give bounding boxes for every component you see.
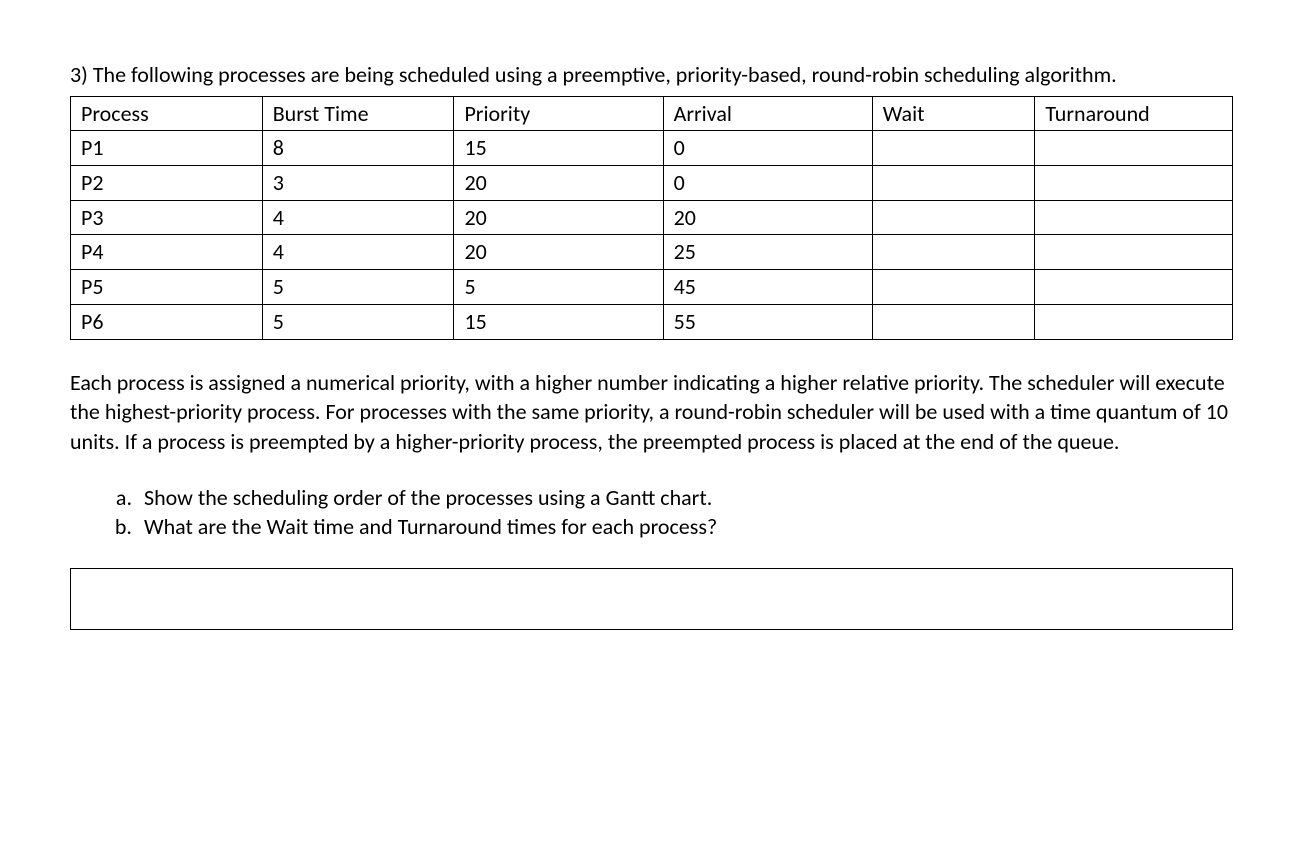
cell-turnaround [1035, 200, 1233, 235]
table-header-row: Process Burst Time Priority Arrival Wait… [71, 96, 1233, 131]
table-row: P4 4 20 25 [71, 235, 1233, 270]
header-burst: Burst Time [262, 96, 454, 131]
cell-wait [872, 270, 1035, 305]
cell-wait [872, 131, 1035, 166]
cell-turnaround [1035, 131, 1233, 166]
question-number: 3) [70, 61, 88, 88]
cell-burst: 4 [262, 235, 454, 270]
question-description: Each process is assigned a numerical pri… [70, 368, 1233, 457]
cell-priority: 15 [454, 304, 663, 339]
cell-wait [872, 304, 1035, 339]
cell-arrival: 20 [663, 200, 872, 235]
subq-text: What are the Wait time and Turnaround ti… [144, 512, 1233, 542]
cell-process: P2 [71, 166, 263, 201]
subquestions: a. Show the scheduling order of the proc… [70, 483, 1233, 542]
cell-burst: 8 [262, 131, 454, 166]
header-priority: Priority [454, 96, 663, 131]
cell-burst: 5 [262, 270, 454, 305]
cell-turnaround [1035, 235, 1233, 270]
cell-arrival: 0 [663, 131, 872, 166]
table-row: P3 4 20 20 [71, 200, 1233, 235]
subquestion-b: b. What are the Wait time and Turnaround… [114, 512, 1233, 542]
cell-arrival: 45 [663, 270, 872, 305]
cell-wait [872, 200, 1035, 235]
cell-process: P1 [71, 131, 263, 166]
cell-burst: 3 [262, 166, 454, 201]
subq-label: a. [114, 483, 144, 513]
cell-priority: 20 [454, 235, 663, 270]
cell-arrival: 0 [663, 166, 872, 201]
header-arrival: Arrival [663, 96, 872, 131]
cell-turnaround [1035, 166, 1233, 201]
table-row: P6 5 15 55 [71, 304, 1233, 339]
cell-priority: 5 [454, 270, 663, 305]
table-row: P1 8 15 0 [71, 131, 1233, 166]
cell-turnaround [1035, 270, 1233, 305]
cell-priority: 20 [454, 166, 663, 201]
question-intro: 3) The following processes are being sch… [70, 60, 1233, 90]
cell-wait [872, 166, 1035, 201]
cell-priority: 20 [454, 200, 663, 235]
header-turnaround: Turnaround [1035, 96, 1233, 131]
cell-arrival: 25 [663, 235, 872, 270]
cell-process: P3 [71, 200, 263, 235]
cell-burst: 4 [262, 200, 454, 235]
table-row: P5 5 5 45 [71, 270, 1233, 305]
question-text: The following processes are being schedu… [93, 61, 1117, 88]
header-wait: Wait [872, 96, 1035, 131]
table-row: P2 3 20 0 [71, 166, 1233, 201]
cell-process: P6 [71, 304, 263, 339]
subquestion-a: a. Show the scheduling order of the proc… [114, 483, 1233, 513]
cell-priority: 15 [454, 131, 663, 166]
answer-box [70, 568, 1233, 630]
process-table: Process Burst Time Priority Arrival Wait… [70, 96, 1233, 340]
cell-burst: 5 [262, 304, 454, 339]
cell-process: P4 [71, 235, 263, 270]
subq-label: b. [114, 512, 144, 542]
cell-arrival: 55 [663, 304, 872, 339]
cell-process: P5 [71, 270, 263, 305]
cell-turnaround [1035, 304, 1233, 339]
cell-wait [872, 235, 1035, 270]
header-process: Process [71, 96, 263, 131]
subq-text: Show the scheduling order of the process… [144, 483, 1233, 513]
